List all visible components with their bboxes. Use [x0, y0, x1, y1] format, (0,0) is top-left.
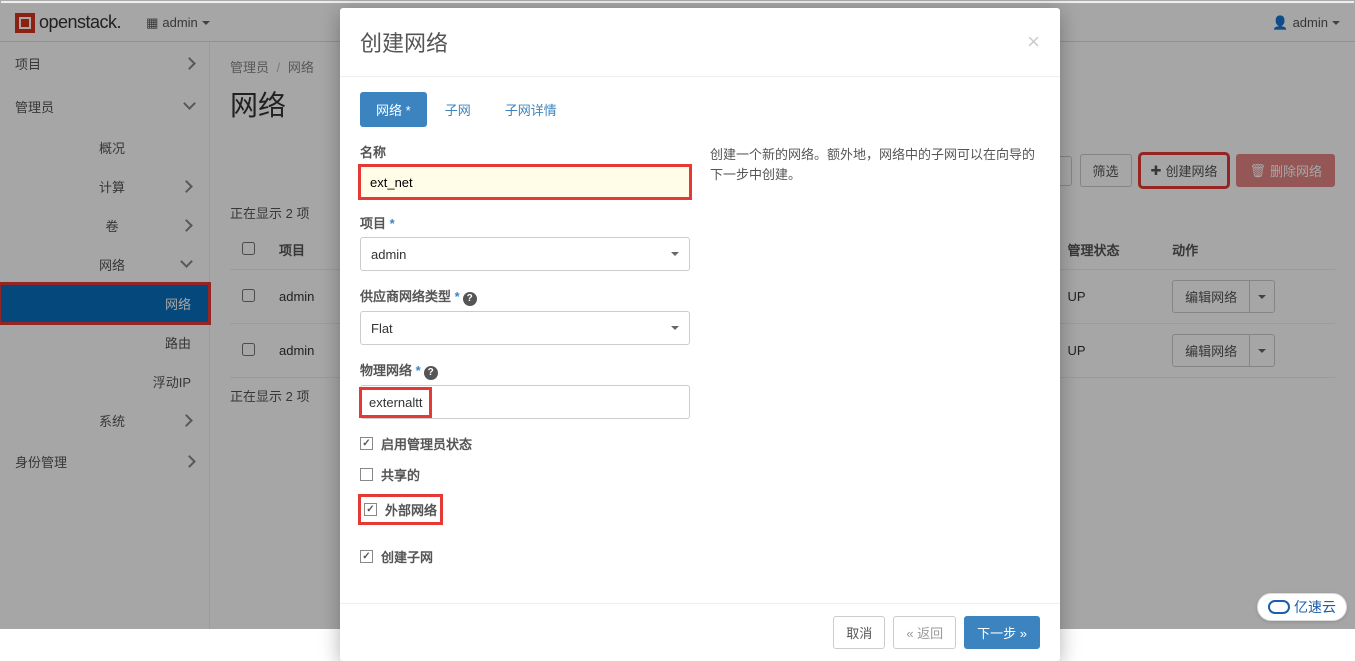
checkbox-icon: ✓ — [364, 503, 377, 516]
help-icon[interactable]: ? — [424, 366, 438, 380]
label-physical-network: 物理网络 *? — [360, 360, 690, 380]
create-subnet-checkbox[interactable]: ✓ 创建子网 — [360, 547, 690, 566]
caret-down-icon — [671, 326, 679, 330]
admin-state-checkbox[interactable]: ✓ 启用管理员状态 — [360, 434, 690, 453]
name-input[interactable] — [360, 166, 690, 198]
shared-checkbox[interactable]: 共享的 — [360, 465, 690, 484]
label-provider-type: 供应商网络类型 *? — [360, 286, 690, 306]
checkbox-icon: ✓ — [360, 550, 373, 563]
external-checkbox[interactable]: ✓ 外部网络 — [360, 496, 441, 523]
modal-title: 创建网络 — [360, 26, 448, 58]
tab-network-label: 网络 — [376, 103, 402, 118]
watermark-text: 亿速云 — [1294, 597, 1336, 617]
label-project: 项目 * — [360, 213, 690, 232]
project-select[interactable]: admin — [360, 237, 690, 271]
tab-subnet-detail[interactable]: 子网详情 — [489, 92, 573, 127]
modal-help-text: 创建一个新的网络。额外地，网络中的子网可以在向导的下一步中创建。 — [710, 142, 1040, 578]
shared-label: 共享的 — [381, 465, 420, 484]
physical-network-input[interactable]: externaltt — [361, 389, 430, 416]
back-button[interactable]: « 返回 — [893, 616, 956, 649]
cloud-icon — [1268, 600, 1290, 614]
cancel-button[interactable]: 取消 — [833, 616, 885, 649]
admin-state-label: 启用管理员状态 — [381, 434, 472, 453]
close-icon[interactable]: × — [1027, 29, 1040, 55]
caret-down-icon — [671, 252, 679, 256]
modal-tabs: 网络 * 子网 子网详情 — [360, 92, 1040, 127]
next-button[interactable]: 下一步 » — [964, 616, 1040, 649]
project-select-value: admin — [371, 247, 406, 262]
label-name: 名称 — [360, 142, 690, 161]
tab-subnet[interactable]: 子网 — [429, 92, 487, 127]
external-label: 外部网络 — [385, 500, 437, 519]
checkbox-icon: ✓ — [360, 437, 373, 450]
provider-type-value: Flat — [371, 321, 393, 336]
tab-network[interactable]: 网络 * — [360, 92, 427, 127]
create-network-modal: 创建网络 × 网络 * 子网 子网详情 名称 项目 * a — [340, 8, 1060, 661]
help-icon[interactable]: ? — [463, 292, 477, 306]
provider-type-select[interactable]: Flat — [360, 311, 690, 345]
create-subnet-label: 创建子网 — [381, 547, 433, 566]
checkbox-icon — [360, 468, 373, 481]
watermark-badge: 亿速云 — [1257, 593, 1347, 621]
